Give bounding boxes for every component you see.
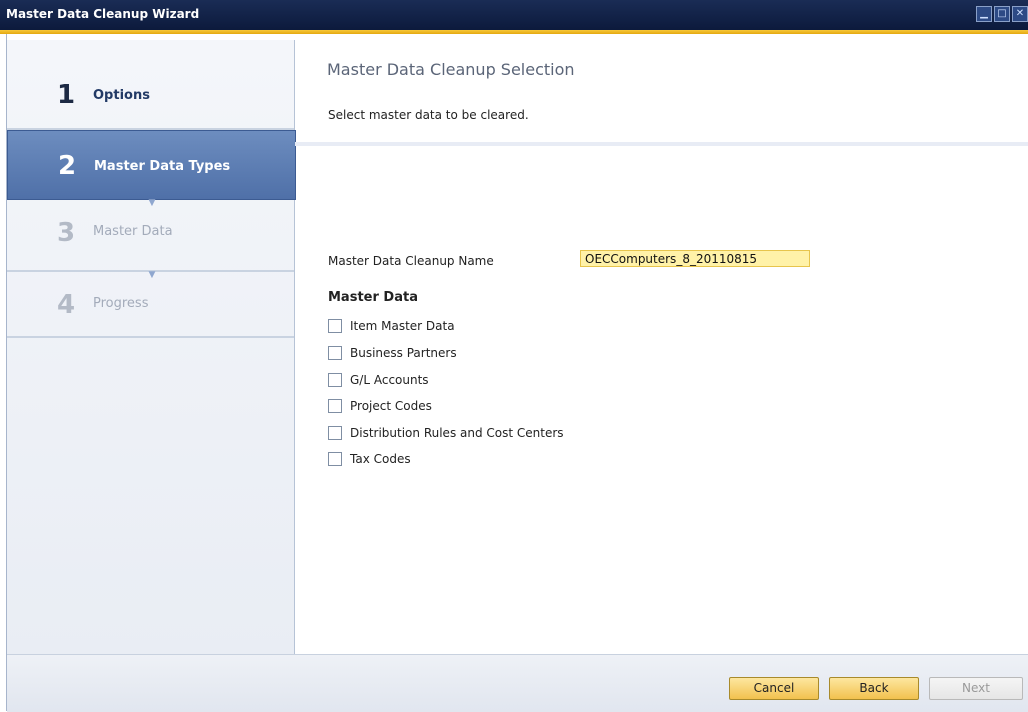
page-title: Master Data Cleanup Selection (327, 60, 575, 79)
window-controls: ▁ □ ✕ (976, 6, 1028, 22)
option-tax-codes[interactable]: Tax Codes (328, 450, 411, 468)
option-distribution-rules[interactable]: Distribution Rules and Cost Centers (328, 424, 564, 442)
step-label: Master Data (93, 224, 173, 239)
maximize-icon[interactable]: □ (994, 6, 1010, 22)
step-options[interactable]: 1 Options (7, 60, 294, 130)
option-project-codes[interactable]: Project Codes (328, 397, 432, 415)
step-master-data: 3 Master Data (7, 204, 294, 272)
checkbox-label: Tax Codes (350, 452, 411, 466)
wizard-step-sidebar: 1 Options 2 Master Data Types ▼ 3 Master… (7, 40, 296, 657)
close-icon[interactable]: ✕ (1012, 6, 1028, 22)
master-data-section-title: Master Data (328, 290, 418, 305)
checkbox[interactable] (328, 426, 342, 440)
checkbox[interactable] (328, 452, 342, 466)
checkbox-label: Project Codes (350, 399, 432, 413)
cleanup-name-label: Master Data Cleanup Name (328, 254, 494, 268)
checkbox[interactable] (328, 346, 342, 360)
step-number: 3 (57, 218, 76, 248)
wizard-footer: Cancel Back Next (7, 654, 1028, 712)
cleanup-name-input[interactable]: OECComputers_8_20110815 (580, 250, 810, 267)
main-panel: Master Data Cleanup Selection Select mas… (295, 34, 1028, 654)
minimize-icon[interactable]: ▁ (976, 6, 992, 22)
page-subtitle: Select master data to be cleared. (328, 108, 529, 122)
step-progress: 4 Progress (7, 276, 294, 338)
checkbox-label: Item Master Data (350, 319, 455, 333)
option-item-master-data[interactable]: Item Master Data (328, 317, 455, 335)
wizard-window: 1 Options 2 Master Data Types ▼ 3 Master… (6, 34, 1028, 712)
checkbox-label: Business Partners (350, 346, 457, 360)
step-number: 2 (58, 151, 77, 181)
back-button[interactable]: Back (829, 677, 919, 700)
step-label: Options (93, 88, 150, 103)
checkbox[interactable] (328, 399, 342, 413)
step-number: 1 (57, 80, 76, 110)
checkbox[interactable] (328, 319, 342, 333)
window-title: Master Data Cleanup Wizard (6, 7, 200, 21)
option-gl-accounts[interactable]: G/L Accounts (328, 371, 429, 389)
cancel-button[interactable]: Cancel (729, 677, 819, 700)
step-number: 4 (57, 290, 76, 320)
next-button[interactable]: Next (929, 677, 1023, 700)
title-bar: Master Data Cleanup Wizard ▁ □ ✕ (0, 0, 1028, 30)
step-label: Progress (93, 296, 149, 311)
option-business-partners[interactable]: Business Partners (328, 344, 457, 362)
step-master-data-types[interactable]: 2 Master Data Types (7, 130, 296, 200)
checkbox-label: G/L Accounts (350, 373, 429, 387)
step-label: Master Data Types (94, 159, 231, 174)
checkbox-label: Distribution Rules and Cost Centers (350, 426, 564, 440)
page-header: Master Data Cleanup Selection Select mas… (295, 34, 1028, 146)
checkbox[interactable] (328, 373, 342, 387)
